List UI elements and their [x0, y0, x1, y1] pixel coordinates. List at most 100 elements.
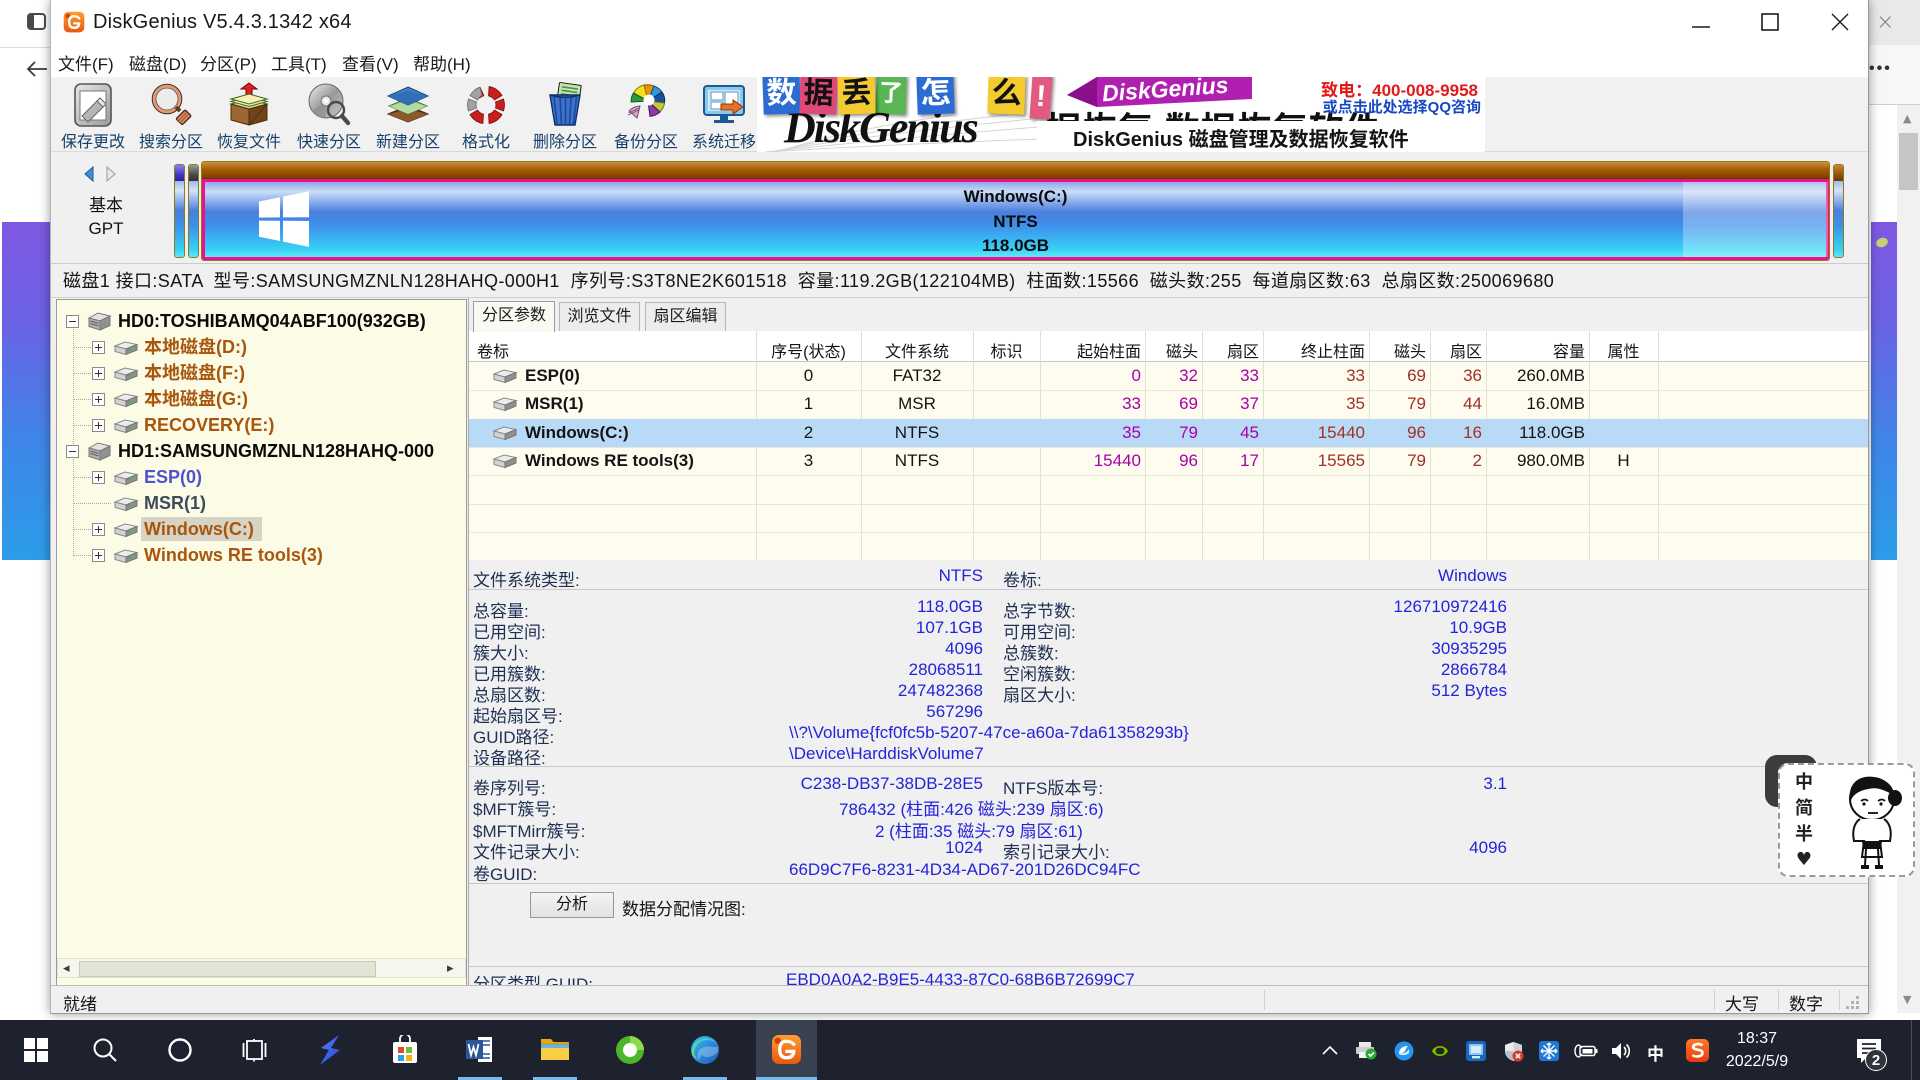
toolbar-new-partition-button[interactable]: 新建分区	[370, 79, 446, 150]
browser-tab-close-icon[interactable]: ×	[1876, 10, 1894, 35]
tab-partition-params[interactable]: 分区参数	[473, 301, 555, 332]
ad-qq-link[interactable]: 或点击此处选择QQ咨询	[1323, 96, 1481, 117]
scrollbar-thumb[interactable]	[79, 961, 376, 977]
tree-item-disk-g[interactable]: 本地磁盘(G:)	[57, 387, 466, 413]
file-explorer-button[interactable]	[525, 1020, 585, 1080]
menu-file[interactable]: 文件(F)	[58, 50, 114, 75]
power-tray-icon[interactable]	[1574, 1043, 1598, 1059]
browser-back-icon[interactable]	[26, 60, 48, 78]
edge-button[interactable]	[675, 1020, 735, 1080]
col-flag[interactable]: 标识	[973, 338, 1040, 362]
browser-menu-icon[interactable]: •••	[1869, 60, 1892, 78]
toolbar-search-partition-button[interactable]: 搜索分区	[133, 79, 209, 150]
analyze-button[interactable]: 分析	[530, 892, 614, 918]
partition-bar-windows-c[interactable]: Windows(C:) NTFS 118.0GB	[201, 161, 1830, 261]
toolbar-format-button[interactable]: 格式化	[448, 79, 524, 150]
toolbar-save-button[interactable]: 保存更改	[55, 79, 131, 150]
start-button[interactable]	[6, 1020, 66, 1080]
col-end-sector[interactable]: 扇区	[1450, 338, 1482, 362]
tree-item-windows-c[interactable]: Windows(C:)	[57, 517, 466, 543]
expand-icon[interactable]	[92, 549, 105, 562]
snowflake-tray-icon[interactable]	[1539, 1041, 1559, 1061]
tree-item-msr[interactable]: MSR(1)	[57, 491, 466, 517]
col-end-head[interactable]: 磁头	[1394, 338, 1426, 362]
defender-tray-icon[interactable]	[1503, 1041, 1524, 1062]
table-row-msr[interactable]: MSR(1) 1 MSR 33 69 37 35 79 44 16.0MB	[469, 390, 1868, 418]
volume-tray-icon[interactable]	[1610, 1041, 1632, 1061]
tree-item-disk-d[interactable]: 本地磁盘(D:)	[57, 335, 466, 361]
messenger-tray-icon[interactable]	[1394, 1041, 1414, 1061]
printer-tray-icon[interactable]	[1355, 1041, 1377, 1060]
tree-item-recovery-e[interactable]: RECOVERY(E:)	[57, 413, 466, 439]
table-row-winre[interactable]: Windows RE tools(3) 3 NTFS 15440 96 17 1…	[469, 447, 1868, 475]
browser-scrollbar-thumb[interactable]	[1899, 133, 1918, 190]
tree-horizontal-scrollbar[interactable]: ◂ ▸	[57, 958, 466, 978]
task-view-button[interactable]	[225, 1020, 285, 1080]
table-row-esp[interactable]: ESP(0) 0 FAT32 0 32 33 33 69 36 260.0MB	[469, 362, 1868, 390]
cortana-button[interactable]	[150, 1020, 210, 1080]
maximize-button[interactable]	[1747, 6, 1793, 38]
prev-disk-icon[interactable]	[85, 167, 93, 181]
toolbar-quick-partition-button[interactable]: 快速分区	[291, 79, 367, 150]
ime-indicator[interactable]: 中	[1647, 1040, 1664, 1065]
collapse-icon[interactable]	[66, 315, 79, 328]
menu-partition[interactable]: 分区(P)	[200, 50, 257, 75]
ms-store-button[interactable]	[375, 1020, 435, 1080]
tree-item-esp[interactable]: ESP(0)	[57, 465, 466, 491]
browser-360-button[interactable]	[600, 1020, 660, 1080]
tree-item-hd1[interactable]: HD1:SAMSUNGMZNLN128HAHQ-000	[57, 439, 466, 465]
sogou-tray-icon[interactable]	[1686, 1039, 1709, 1062]
tab-sector-edit[interactable]: 扇区编辑	[645, 302, 726, 331]
scroll-down-icon[interactable]: ▼	[1903, 993, 1911, 1006]
expand-icon[interactable]	[92, 523, 105, 536]
partition-bar-winre[interactable]	[1833, 164, 1844, 258]
toolbar-delete-partition-button[interactable]: 删除分区	[527, 79, 603, 150]
col-capacity[interactable]: 容量	[1553, 338, 1585, 362]
expand-icon[interactable]	[92, 367, 105, 380]
scroll-up-icon[interactable]: ▲	[1903, 112, 1911, 125]
tree-item-disk-f[interactable]: 本地磁盘(F:)	[57, 361, 466, 387]
ad-banner[interactable]: 了 DiskGenius 据恢复 数据恢复软件 数 据 丢 怎 么 ! Disk…	[757, 77, 1485, 152]
tree-item-hd0[interactable]: HD0:TOSHIBAMQ04ABF100(932GB)	[57, 309, 466, 335]
menu-tools[interactable]: 工具(T)	[271, 50, 327, 75]
toolbar-backup-partition-button[interactable]: 备份分区	[608, 79, 684, 150]
tree-item-winre[interactable]: Windows RE tools(3)	[57, 543, 466, 569]
next-disk-icon[interactable]	[107, 167, 115, 181]
taskbar-search-button[interactable]	[75, 1020, 135, 1080]
scroll-left-icon[interactable]: ◂	[63, 959, 70, 978]
col-start-sector[interactable]: 扇区	[1227, 338, 1259, 362]
col-start-cylinder[interactable]: 起始柱面	[1077, 338, 1141, 362]
tray-expand-icon[interactable]	[1321, 1045, 1339, 1056]
action-center-button[interactable]: 2	[1845, 1032, 1905, 1080]
table-row-windows-c-selected[interactable]: Windows(C:) 2 NTFS 35 79 45 15440 96 16 …	[469, 419, 1868, 447]
tab-browse-files[interactable]: 浏览文件	[559, 302, 640, 331]
col-start-head[interactable]: 磁头	[1166, 338, 1198, 362]
partition-bar-esp[interactable]	[174, 164, 185, 258]
show-desktop-divider[interactable]	[1911, 1020, 1912, 1080]
col-filesystem[interactable]: 文件系统	[861, 338, 973, 362]
taskbar-clock[interactable]: 18:37 2022/5/9	[1712, 1027, 1802, 1073]
minimize-button[interactable]	[1678, 6, 1724, 38]
expand-icon[interactable]	[92, 393, 105, 406]
expand-icon[interactable]	[92, 471, 105, 484]
expand-icon[interactable]	[92, 341, 105, 354]
collapse-icon[interactable]	[66, 445, 79, 458]
col-end-cylinder[interactable]: 终止柱面	[1301, 338, 1365, 362]
scroll-right-icon[interactable]: ▸	[447, 959, 454, 978]
menu-view[interactable]: 查看(V)	[342, 50, 399, 75]
flash-app-button[interactable]	[300, 1020, 360, 1080]
intel-graphics-tray-icon[interactable]	[1466, 1041, 1486, 1061]
menu-help[interactable]: 帮助(H)	[413, 50, 471, 75]
col-attributes[interactable]: 属性	[1589, 338, 1658, 362]
nvidia-tray-icon[interactable]	[1430, 1041, 1450, 1061]
col-volume-label[interactable]: 卷标	[477, 338, 509, 362]
menu-disk[interactable]: 磁盘(D)	[129, 50, 187, 75]
word-button[interactable]	[450, 1020, 510, 1080]
toolbar-system-migration-button[interactable]: 系统迁移	[686, 79, 762, 150]
close-button[interactable]	[1817, 6, 1863, 38]
expand-icon[interactable]	[92, 419, 105, 432]
resize-grip[interactable]	[1844, 994, 1860, 1010]
col-number-status[interactable]: 序号(状态)	[756, 338, 861, 362]
partition-bar-msr[interactable]	[188, 164, 199, 258]
toolbar-recover-files-button[interactable]: 恢复文件	[211, 79, 287, 150]
